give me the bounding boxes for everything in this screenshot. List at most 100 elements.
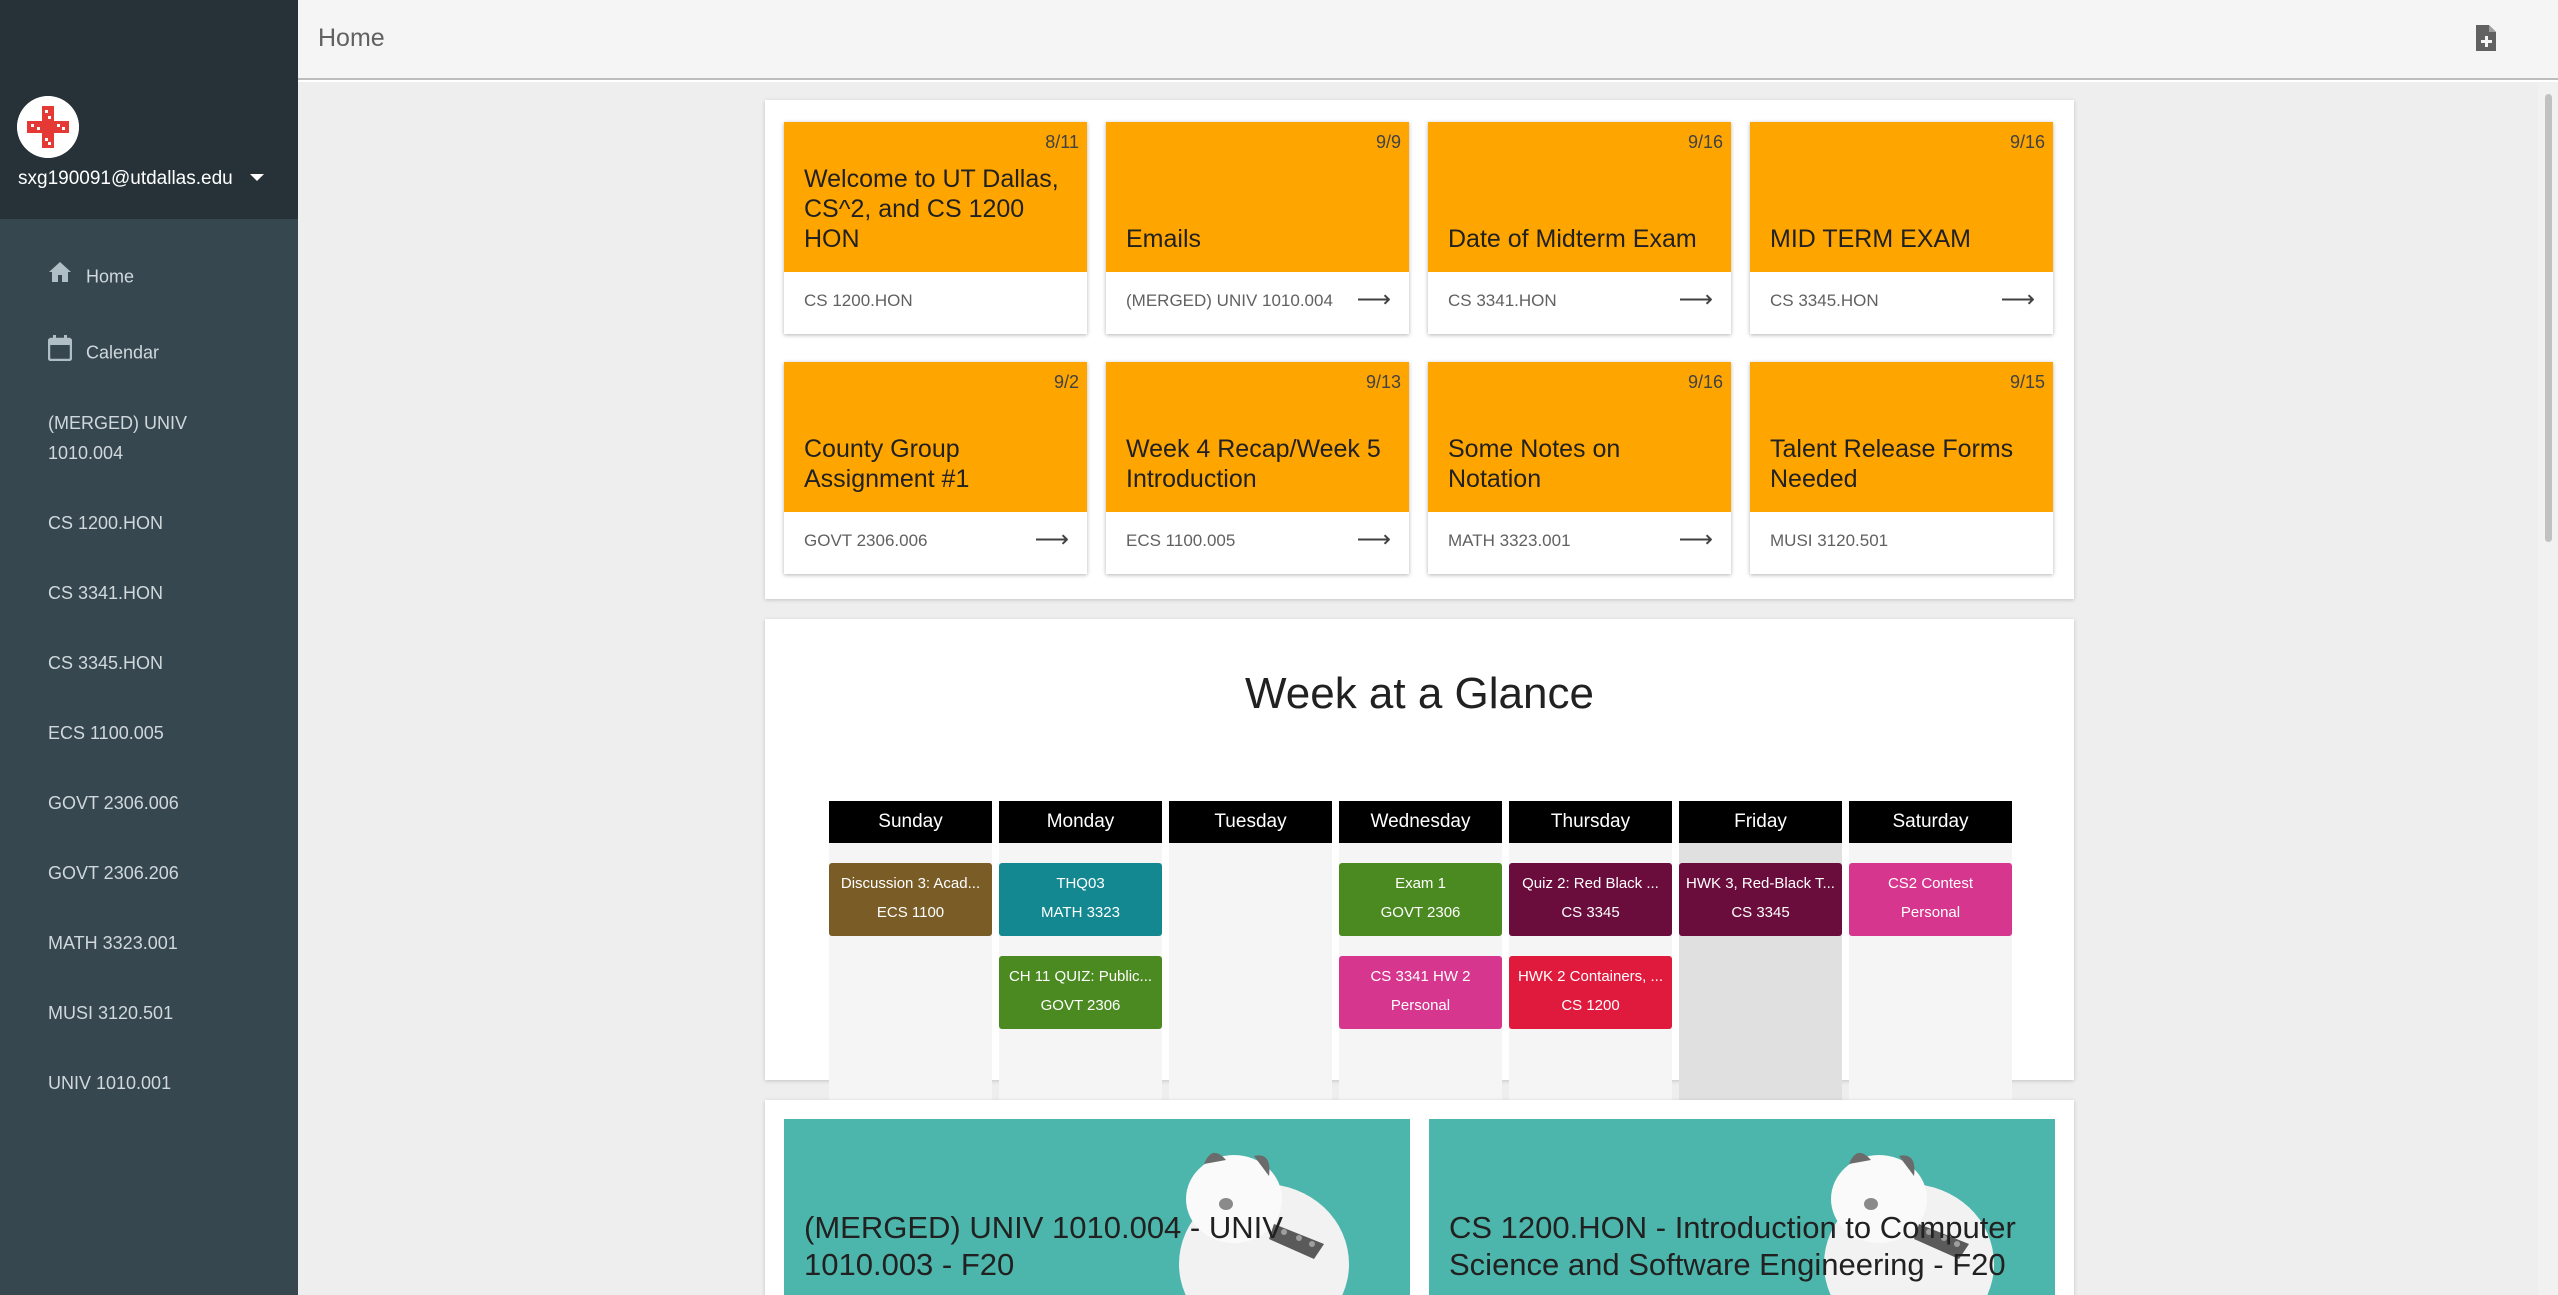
announcement-header: 9/15 Talent Release Forms Needed — [1750, 362, 2053, 512]
day-column-tuesday: Tuesday — [1169, 801, 1332, 1111]
sidebar-item-calendar[interactable]: Calendar — [47, 335, 268, 370]
calendar-event[interactable]: Quiz 2: Red Black ... CS 3345 — [1509, 863, 1672, 936]
announcement-title: Week 4 Recap/Week 5 Introduction — [1126, 435, 1381, 493]
announcement-card[interactable]: 8/11 Welcome to UT Dallas, CS^2, and CS … — [784, 122, 1087, 334]
sidebar-item-course[interactable]: CS 3341.HON — [48, 578, 268, 608]
day-column-thursday: Thursday Quiz 2: Red Black ... CS 3345 H… — [1509, 801, 1672, 1111]
sidebar: sxg190091@utdallas.edu Home Calendar (ME… — [0, 0, 298, 1295]
sidebar-item-course[interactable]: UNIV 1010.001 — [48, 1068, 268, 1098]
sidebar-item-course[interactable]: MUSI 3120.501 — [48, 998, 268, 1028]
app-header: Home — [298, 0, 2558, 80]
event-title: Exam 1 — [1395, 875, 1446, 892]
course-card[interactable]: CS 1200.HON - Introduction to Computer S… — [1429, 1119, 2055, 1295]
announcement-date: 9/16 — [1687, 372, 1723, 392]
calendar-event[interactable]: HWK 2 Containers, ... CS 1200 — [1509, 956, 1672, 1029]
announcement-title: Emails — [1126, 225, 1202, 253]
event-course: GOVT 2306 — [1380, 904, 1461, 921]
announcement-date: 9/9 — [1375, 132, 1401, 152]
sidebar-item-course[interactable]: GOVT 2306.206 — [48, 858, 268, 888]
announcement-card[interactable]: 9/16 Date of Midterm Exam CS 3341.HON ⟶ — [1428, 122, 1731, 334]
announcement-title: MID TERM EXAM — [1770, 225, 1971, 253]
page-scrollbar[interactable] — [2538, 82, 2558, 1295]
event-course: CS 3345 — [1731, 904, 1790, 921]
week-at-a-glance-panel: Week at a Glance Sunday Discussion 3: Ac… — [765, 619, 2074, 1111]
sidebar-item-course[interactable]: CS 3345.HON — [48, 648, 268, 678]
event-title: CS2 Contest — [1887, 875, 1974, 892]
announcement-card[interactable]: 9/13 Week 4 Recap/Week 5 Introduction EC… — [1106, 362, 1409, 574]
sidebar-profile: sxg190091@utdallas.edu — [0, 0, 298, 219]
scrollbar-thumb[interactable] — [2545, 94, 2552, 542]
event-course: ECS 1100 — [876, 904, 945, 921]
announcement-course: CS 3341.HON — [1448, 291, 1557, 310]
arrow-right-icon: ⟶ — [1678, 286, 1713, 313]
announcement-header: 9/9 Emails — [1106, 122, 1409, 272]
day-column-saturday: Saturday CS2 Contest Personal — [1849, 801, 2012, 1111]
avatar[interactable] — [17, 96, 79, 158]
announcement-course: MUSI 3120.501 — [1770, 531, 1889, 550]
event-course: CS 1200 — [1561, 997, 1620, 1014]
day-column-friday: Friday HWK 3, Red-Black T... CS 3345 — [1679, 801, 1842, 1111]
course-card[interactable]: (MERGED) UNIV 1010.004 - UNIV 1010.003 -… — [784, 1119, 1410, 1295]
announcement-title: Date of Midterm Exam — [1448, 225, 1697, 253]
announcement-course: CS 1200.HON — [804, 291, 913, 310]
event-course: Personal — [1390, 997, 1451, 1014]
calendar-event[interactable]: Discussion 3: Acad... ECS 1100 — [829, 863, 992, 936]
event-title: HWK 3, Red-Black T... — [1686, 875, 1835, 892]
day-header: Wednesday — [1339, 801, 1502, 843]
day-column-sunday: Sunday Discussion 3: Acad... ECS 1100 — [829, 801, 992, 1111]
calendar-event[interactable]: CS2 Contest Personal — [1849, 863, 2012, 936]
event-course: GOVT 2306 — [1040, 997, 1121, 1014]
sidebar-item-label: Calendar — [86, 342, 160, 363]
announcement-card[interactable]: 9/15 Talent Release Forms Needed MUSI 31… — [1750, 362, 2053, 574]
event-course: MATH 3323 — [1041, 904, 1120, 921]
week-at-a-glance-title: Week at a Glance — [1245, 669, 1594, 718]
announcement-header: 9/13 Week 4 Recap/Week 5 Introduction — [1106, 362, 1409, 512]
calendar-event[interactable]: CH 11 QUIZ: Public... GOVT 2306 — [999, 956, 1162, 1029]
sidebar-item-course[interactable]: MATH 3323.001 — [48, 928, 268, 958]
day-column-wednesday: Wednesday Exam 1 GOVT 2306 CS 3341 HW 2 … — [1339, 801, 1502, 1111]
announcement-card[interactable]: 9/16 MID TERM EXAM CS 3345.HON ⟶ — [1750, 122, 2053, 334]
day-header: Saturday — [1849, 801, 2012, 843]
calendar-event[interactable]: HWK 3, Red-Black T... CS 3345 — [1679, 863, 1842, 936]
announcement-card[interactable]: 9/2 County Group Assignment #1 GOVT 2306… — [784, 362, 1087, 574]
announcement-course: CS 3345.HON — [1770, 291, 1879, 310]
home-icon — [48, 261, 72, 292]
course-cards-panel: (MERGED) UNIV 1010.004 - UNIV 1010.003 -… — [765, 1100, 2074, 1295]
calendar-event[interactable]: THQ03 MATH 3323 — [999, 863, 1162, 936]
event-title: HWK 2 Containers, ... — [1517, 968, 1664, 985]
day-header: Friday — [1679, 801, 1842, 843]
day-header: Thursday — [1509, 801, 1672, 843]
announcement-date: 9/15 — [2009, 372, 2045, 392]
user-email[interactable]: sxg190091@utdallas.edu — [18, 168, 233, 190]
sidebar-item-course[interactable]: ECS 1100.005 — [48, 718, 268, 748]
sidebar-item-home[interactable]: Home — [48, 260, 268, 292]
arrow-right-icon: ⟶ — [1356, 526, 1391, 553]
calendar-event[interactable]: CS 3341 HW 2 Personal — [1339, 956, 1502, 1029]
sidebar-item-course[interactable]: CS 1200.HON — [48, 508, 268, 538]
event-title: THQ03 — [1056, 875, 1105, 892]
calendar-event[interactable]: Exam 1 GOVT 2306 — [1339, 863, 1502, 936]
announcement-title: County Group Assignment #1 — [804, 435, 970, 493]
announcement-header: 9/16 Date of Midterm Exam — [1428, 122, 1731, 272]
arrow-right-icon: ⟶ — [2000, 286, 2035, 313]
announcement-card[interactable]: 9/16 Some Notes on Notation MATH 3323.00… — [1428, 362, 1731, 574]
account-dropdown-icon[interactable] — [250, 174, 264, 181]
announcement-date: 8/11 — [1045, 132, 1079, 152]
course-card-title: CS 1200.HON - Introduction to Computer S… — [1449, 1210, 2016, 1282]
announcement-date: 9/16 — [2009, 132, 2045, 152]
announcement-course: MATH 3323.001 — [1448, 531, 1571, 550]
announcement-course: (MERGED) UNIV 1010.004 — [1126, 291, 1333, 310]
day-column-monday: Monday THQ03 MATH 3323 CH 11 QUIZ: Publi… — [999, 801, 1162, 1111]
announcement-header: 9/2 County Group Assignment #1 — [784, 362, 1087, 512]
sidebar-item-course[interactable]: (MERGED) UNIV 1010.004 — [48, 408, 228, 468]
sidebar-item-course[interactable]: GOVT 2306.006 — [48, 788, 268, 818]
page-title: Home — [318, 24, 385, 52]
day-header: Sunday — [829, 801, 992, 843]
arrow-right-icon: ⟶ — [1356, 286, 1391, 313]
add-document-icon[interactable] — [2474, 24, 2498, 52]
event-title: CS 3341 HW 2 — [1370, 968, 1471, 985]
announcement-course: GOVT 2306.006 — [804, 531, 928, 550]
event-title: CH 11 QUIZ: Public... — [1008, 968, 1153, 985]
announcements-panel: 8/11 Welcome to UT Dallas, CS^2, and CS … — [765, 100, 2074, 599]
announcement-card[interactable]: 9/9 Emails (MERGED) UNIV 1010.004 ⟶ — [1106, 122, 1409, 334]
